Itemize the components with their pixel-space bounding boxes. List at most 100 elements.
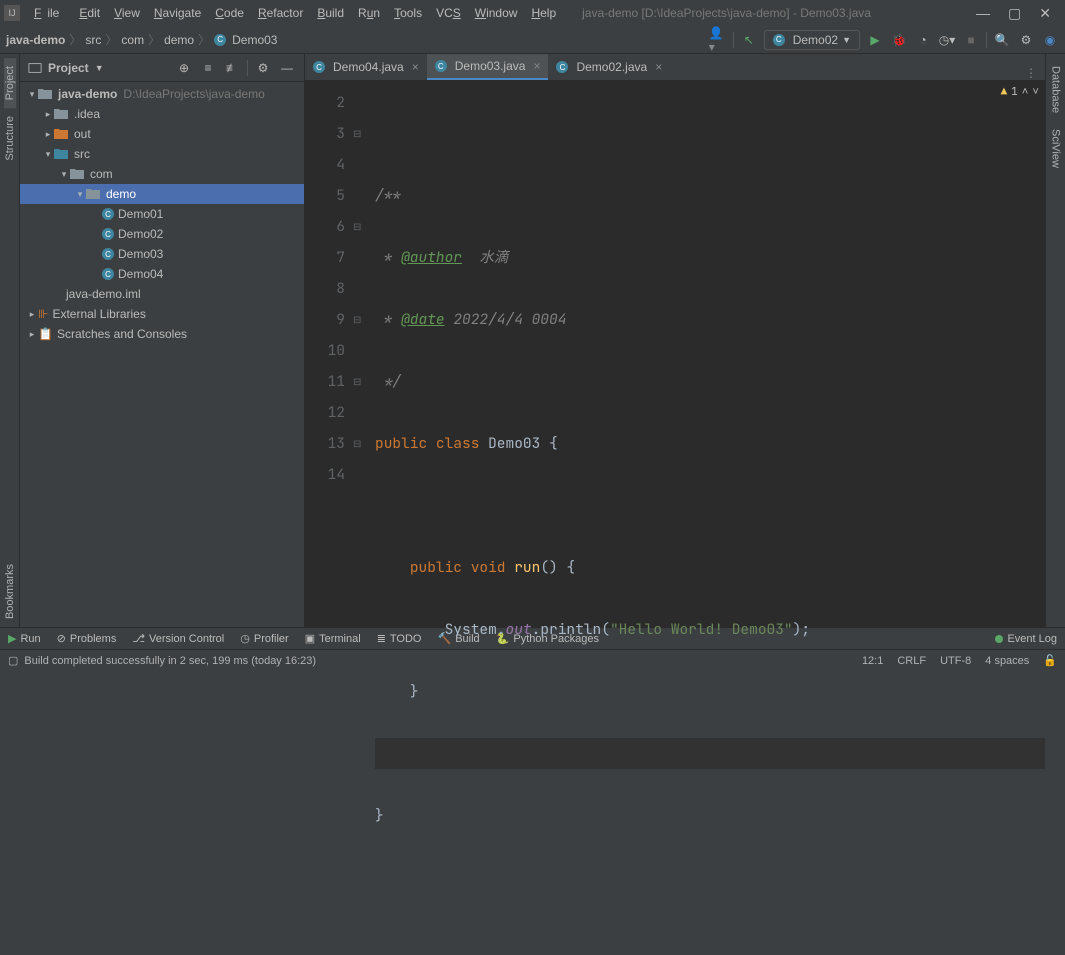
coverage-button[interactable]: ◔ [914,31,932,49]
menu-vcs[interactable]: VCS [430,4,467,22]
title-bar: IJ File Edit View Navigate Code Refactor… [0,0,1065,26]
navigation-bar: java-demo 〉 src 〉 com 〉 demo 〉 C Demo03 … [0,26,1065,54]
run-button[interactable]: ▶ [866,31,884,49]
class-icon: C [556,61,568,73]
search-everywhere-button[interactable]: 🔍 [993,31,1011,49]
settings-button[interactable]: ⚙ [1017,31,1035,49]
menu-edit[interactable]: Edit [73,4,106,22]
left-tool-rail: Project Structure Bookmarks [0,54,20,627]
line-number-gutter: 234567891011121314 [305,81,353,955]
menu-view[interactable]: View [108,4,146,22]
tree-demo[interactable]: ▾ demo [20,184,304,204]
profiler-button[interactable]: ◷▾ [938,31,956,49]
tool-vcs[interactable]: ⎇Version Control [132,632,224,645]
crumb-demo[interactable]: demo [164,33,194,47]
sidebar-tab-sciview[interactable]: SciView [1050,121,1062,176]
close-button[interactable]: ✕ [1039,5,1051,22]
lock-icon[interactable]: 🔓 [1043,654,1057,667]
sidebar-tab-structure[interactable]: Structure [4,108,16,169]
tree-com[interactable]: ▾ com [20,164,304,184]
problems-icon: ⊘ [57,632,66,645]
class-icon: C [102,208,114,220]
crumb-class[interactable]: Demo03 [232,33,277,47]
plugins-button[interactable]: ◉ [1041,31,1059,49]
tree-idea[interactable]: ▸ .idea [20,104,304,124]
tool-profiler[interactable]: ◷Profiler [240,632,288,645]
stop-button[interactable]: ■ [962,31,980,49]
class-icon: C [435,60,447,72]
class-icon: C [102,248,114,260]
project-tree: ▾ java-demoD:\IdeaProjects\java-demo ▸ .… [20,82,304,627]
main-menu: File Edit View Navigate Code Refactor Bu… [28,4,562,22]
collapse-all-icon[interactable]: ≢ [223,59,241,77]
run-configuration-selector[interactable]: C Demo02 ▼ [764,30,860,50]
breadcrumb: java-demo 〉 src 〉 com 〉 demo 〉 C Demo03 [6,31,277,48]
chevron-down-icon[interactable]: ▼ [95,63,104,73]
sidebar-tab-database[interactable]: Database [1050,58,1062,121]
tree-src[interactable]: ▾ src [20,144,304,164]
tree-scratches[interactable]: ▸📋Scratches and Consoles [20,324,304,344]
close-icon[interactable]: × [533,59,540,73]
menu-code[interactable]: Code [209,4,250,22]
status-icon[interactable]: ▢ [8,654,18,667]
vcs-icon: ⎇ [132,632,145,645]
class-icon: C [214,34,226,46]
chevron-down-icon: ▼ [842,35,851,45]
tree-file-demo03[interactable]: CDemo03 [20,244,304,264]
editor-area: C Demo04.java× C Demo03.java× C Demo02.j… [305,54,1045,627]
menu-tools[interactable]: Tools [388,4,428,22]
crumb-project[interactable]: java-demo [6,33,65,47]
profiler-icon: ◷ [240,632,250,645]
close-icon[interactable]: × [655,60,662,74]
project-view-icon [28,61,42,75]
tree-iml[interactable]: java-demo.iml [20,284,304,304]
code-content[interactable]: /** * @author 水滴 * @date 2022/4/4 0004 *… [369,81,1045,955]
tool-run[interactable]: ▶Run [8,632,41,645]
menu-help[interactable]: Help [525,4,562,22]
editor-tab-demo03[interactable]: C Demo03.java× [427,54,549,80]
hide-panel-icon[interactable]: — [278,59,296,77]
expand-all-icon[interactable]: ≡ [199,59,217,77]
close-icon[interactable]: × [412,60,419,74]
project-tool-window: Project ▼ ⊕ ≡ ≢ ⚙ — ▾ java-demoD:\IdeaPr… [20,54,305,627]
menu-navigate[interactable]: Navigate [148,4,207,22]
menu-build[interactable]: Build [311,4,350,22]
editor-tab-demo04[interactable]: C Demo04.java× [305,54,427,80]
class-icon: C [313,61,325,73]
tree-external[interactable]: ▸⊪External Libraries [20,304,304,324]
minimize-button[interactable]: — [976,5,990,22]
run-config-icon: C [773,34,785,46]
class-icon: C [102,228,114,240]
menu-window[interactable]: Window [469,4,524,22]
crumb-src[interactable]: src [85,33,101,47]
sidebar-tab-project[interactable]: Project [4,58,16,108]
debug-button[interactable]: 🐞 [890,31,908,49]
editor-tab-demo02[interactable]: C Demo02.java× [548,54,670,80]
tree-out[interactable]: ▸ out [20,124,304,144]
panel-settings-icon[interactable]: ⚙ [254,59,272,77]
tabs-more-icon[interactable]: ⋮ [1017,66,1045,80]
tree-file-demo04[interactable]: CDemo04 [20,264,304,284]
crumb-com[interactable]: com [121,33,144,47]
tree-file-demo01[interactable]: CDemo01 [20,204,304,224]
locate-icon[interactable]: ⊕ [175,59,193,77]
tool-problems[interactable]: ⊘Problems [57,632,117,645]
status-message: Build completed successfully in 2 sec, 1… [24,655,316,667]
menu-file[interactable]: File [28,4,71,22]
menu-refactor[interactable]: Refactor [252,4,309,22]
class-icon: C [102,268,114,280]
build-hammer-icon[interactable]: ↖ [740,31,758,49]
menu-run[interactable]: Run [352,4,386,22]
app-logo-icon: IJ [4,5,20,21]
maximize-button[interactable]: ▢ [1008,5,1021,22]
window-title: java-demo [D:\IdeaProjects\java-demo] - … [582,6,871,20]
fold-gutter[interactable]: ⊟ ⊟ ⊟ ⊟ ⊟ [353,81,369,955]
tree-file-demo02[interactable]: CDemo02 [20,224,304,244]
code-editor[interactable]: ▲ 1 ˄ ˅ 234567891011121314 ⊟ ⊟ ⊟ ⊟ ⊟ /**… [305,81,1045,955]
add-user-icon[interactable]: 👤▾ [709,31,727,49]
editor-tabs: C Demo04.java× C Demo03.java× C Demo02.j… [305,54,1045,81]
right-tool-rail: Database SciView [1045,54,1065,627]
sidebar-tab-bookmarks[interactable]: Bookmarks [4,556,16,627]
tree-root[interactable]: ▾ java-demoD:\IdeaProjects\java-demo [20,84,304,104]
run-config-label: Demo02 [793,33,838,47]
